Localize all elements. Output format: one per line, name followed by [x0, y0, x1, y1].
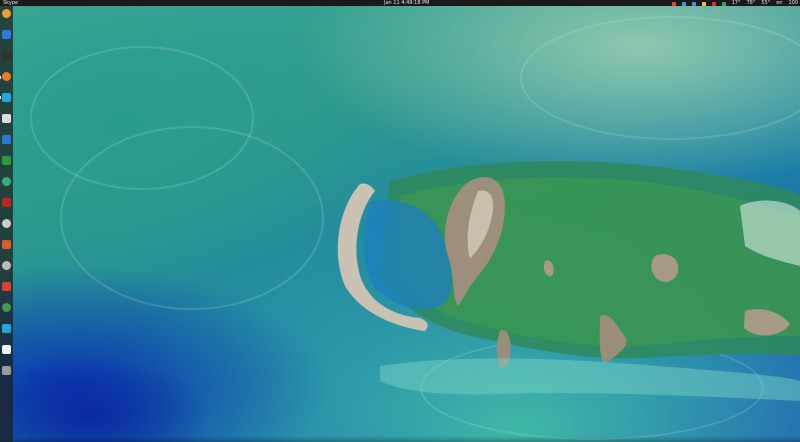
texteditor-icon[interactable] — [2, 114, 11, 123]
terminal-icon[interactable] — [2, 51, 11, 60]
temperature-1[interactable]: 17° — [732, 0, 741, 6]
software-center-icon[interactable] — [2, 240, 11, 249]
desktop-wallpaper — [0, 6, 800, 442]
running-indicator — [0, 96, 1, 99]
temperature-2[interactable]: 78° — [746, 0, 755, 6]
trash-icon[interactable] — [2, 366, 11, 375]
files-icon[interactable] — [2, 9, 11, 18]
chrome-tray-icon[interactable] — [671, 1, 676, 6]
dropbox-icon[interactable] — [2, 135, 11, 144]
unity2-icon[interactable] — [2, 261, 11, 270]
red-app-tray-icon[interactable] — [711, 1, 716, 6]
temperature-3[interactable]: 55° — [761, 0, 770, 6]
filezilla-icon[interactable] — [2, 198, 11, 207]
top-panel: Skype Jan 11 4:49:18 PM 17° 78° 55° en 1… — [0, 0, 800, 6]
islands-graphic — [337, 161, 800, 401]
skype-tray-icon[interactable] — [681, 1, 686, 6]
red-app-icon[interactable] — [2, 282, 11, 291]
active-app-name[interactable]: Skype — [3, 0, 18, 6]
dropbox-tray-icon[interactable] — [691, 1, 696, 6]
green-circle-icon[interactable] — [2, 177, 11, 186]
vscode-icon[interactable] — [2, 30, 11, 39]
note-tray-icon[interactable] — [701, 1, 706, 6]
language-indicator[interactable]: en — [776, 0, 782, 6]
green-app-tray-icon[interactable] — [721, 1, 726, 6]
unity-icon[interactable] — [2, 219, 11, 228]
skype2-icon[interactable] — [2, 324, 11, 333]
chrome-icon[interactable] — [2, 303, 11, 312]
bottom-shade — [0, 436, 800, 442]
vim-icon[interactable] — [2, 156, 11, 165]
writer-icon[interactable] — [2, 345, 11, 354]
skype-icon[interactable] — [2, 93, 11, 102]
firefox-icon[interactable] — [2, 72, 11, 81]
system-tray: 17° 78° 55° en 100 — [671, 0, 798, 6]
launcher-dock — [0, 6, 13, 442]
running-indicator — [0, 76, 1, 79]
battery-indicator[interactable]: 100 — [788, 0, 798, 6]
clock[interactable]: Jan 11 4:49:18 PM — [384, 0, 429, 6]
